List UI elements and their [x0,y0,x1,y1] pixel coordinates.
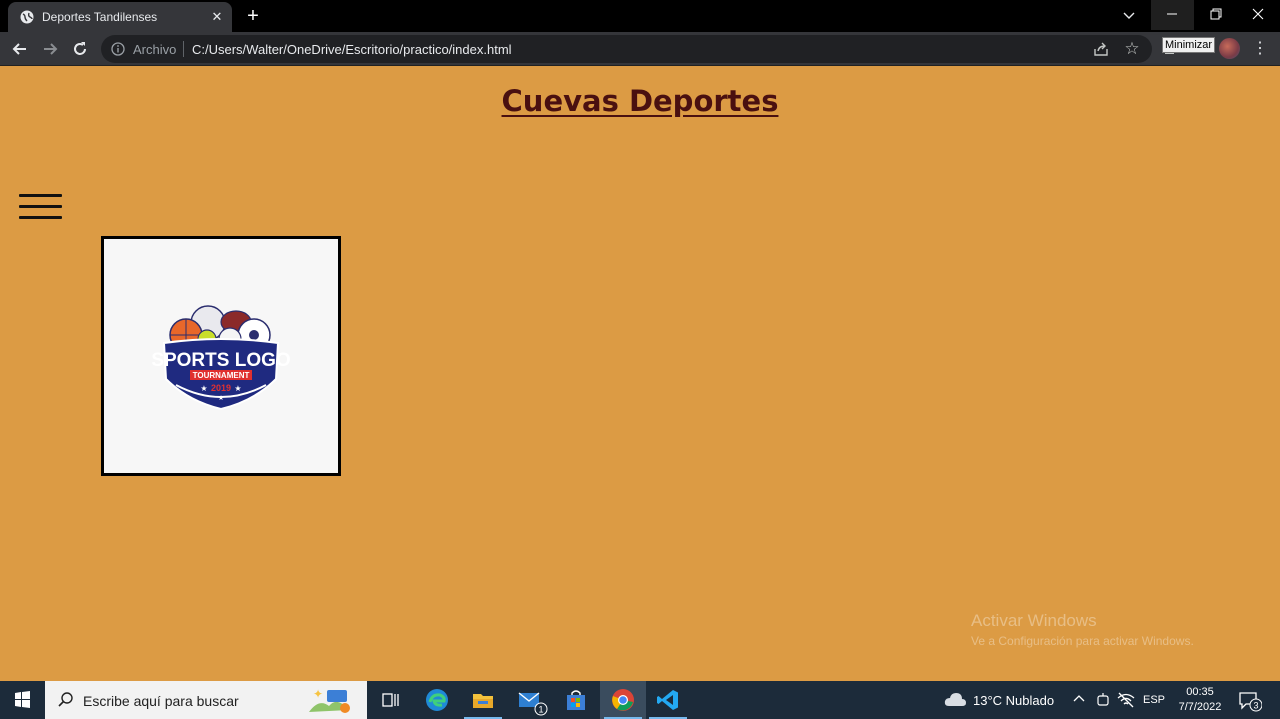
svg-text:★: ★ [218,394,224,402]
minimize-button[interactable] [1151,0,1194,30]
new-tab-button[interactable]: + [243,6,263,26]
reload-icon[interactable] [70,39,90,59]
vscode-icon [657,690,678,710]
language-indicator[interactable]: ESP [1143,694,1165,706]
clock[interactable]: 00:35 7/7/2022 [1170,685,1230,715]
taskbar-chrome[interactable] [600,681,646,719]
browser-tab-strip: Deportes Tandilenses ✕ + [0,0,1280,32]
forward-arrow-icon[interactable] [40,39,60,59]
search-highlight-icon: ✦ [309,687,350,713]
clock-date: 7/7/2022 [1178,701,1222,713]
taskbar-vscode[interactable] [645,681,691,719]
info-icon[interactable] [111,42,125,56]
hamburger-bar [19,216,62,219]
weather-text[interactable]: 13°C Nublado [973,693,1054,708]
close-window-button[interactable] [1237,0,1280,30]
restore-button[interactable] [1194,0,1237,30]
chrome-icon [612,689,634,711]
network-disconnected-icon[interactable] [1117,692,1135,708]
address-scheme-label: Archivo [133,42,177,57]
notifications-icon[interactable]: 3 [1238,690,1262,712]
hamburger-bar [19,194,62,197]
mail-icon: 1 [518,692,548,716]
taskbar-edge[interactable] [414,681,460,719]
logo-ribbon-text: TOURNAMENT [193,371,250,380]
address-bar[interactable]: Archivo C:/Users/Walter/OneDrive/Escrito… [101,35,1152,63]
browser-menu-icon[interactable]: ⋮ [1252,39,1268,59]
chevron-up-icon[interactable] [1072,692,1086,706]
windows-start-icon[interactable] [0,681,45,719]
taskbar-store[interactable] [553,681,599,719]
task-view-icon [382,693,399,707]
watermark-title: Activar Windows [971,611,1097,630]
svg-text:★: ★ [200,384,207,393]
search-placeholder: Escribe aquí para buscar [83,693,239,709]
folder-icon [473,694,493,708]
sports-logo-emblem: SPORTS LOGO TOURNAMENT 2019 ★ ★ ★ [151,305,291,411]
tab-close-icon[interactable]: ✕ [208,8,226,26]
meet-now-icon[interactable] [1095,692,1111,708]
bookmark-star-icon[interactable]: ☆ [1122,39,1142,59]
share-icon[interactable] [1092,40,1110,58]
tab-title: Deportes Tandilenses [42,10,158,24]
mail-badge: 1 [538,705,543,715]
svg-text:✦: ✦ [313,687,323,701]
watermark-subtitle: Ve a Configuración para activar Windows. [971,634,1194,648]
task-view-button[interactable] [367,681,413,719]
edge-icon [426,689,448,711]
logo-year: 2019 [211,383,231,393]
hamburger-menu-icon[interactable] [19,192,62,222]
tab-search-chevron-icon[interactable] [1120,6,1138,24]
minimize-tooltip: Minimizar [1162,37,1216,53]
sports-logo-image: SPORTS LOGO TOURNAMENT 2019 ★ ★ ★ [101,236,341,476]
windows-activation-watermark: Activar Windows Ve a Configuración para … [971,611,1194,648]
taskbar-search-box[interactable]: Escribe aquí para buscar ✦ [45,681,367,719]
hamburger-bar [19,205,62,208]
logo-main-text: SPORTS LOGO [151,350,290,371]
svg-text:★: ★ [234,384,241,393]
globe-icon [20,10,34,24]
cloud-icon[interactable] [943,690,967,708]
address-separator [183,41,184,57]
back-arrow-icon[interactable] [10,39,30,59]
profile-avatar[interactable] [1219,38,1240,59]
taskbar-mail[interactable]: 1 [507,681,553,719]
page-title: Cuevas Deportes [501,84,779,118]
clock-time: 00:35 [1186,686,1214,698]
search-icon [58,692,73,707]
windows-taskbar: Escribe aquí para buscar ✦ 1 13°C Nublad… [0,681,1280,719]
browser-toolbar: Archivo C:/Users/Walter/OneDrive/Escrito… [0,32,1280,66]
browser-tab[interactable]: Deportes Tandilenses ✕ [8,2,232,32]
notification-count: 3 [1253,701,1258,711]
store-bag-icon [567,690,585,710]
taskbar-file-explorer[interactable] [460,681,506,719]
address-url[interactable]: C:/Users/Walter/OneDrive/Escritorio/prac… [192,42,512,57]
